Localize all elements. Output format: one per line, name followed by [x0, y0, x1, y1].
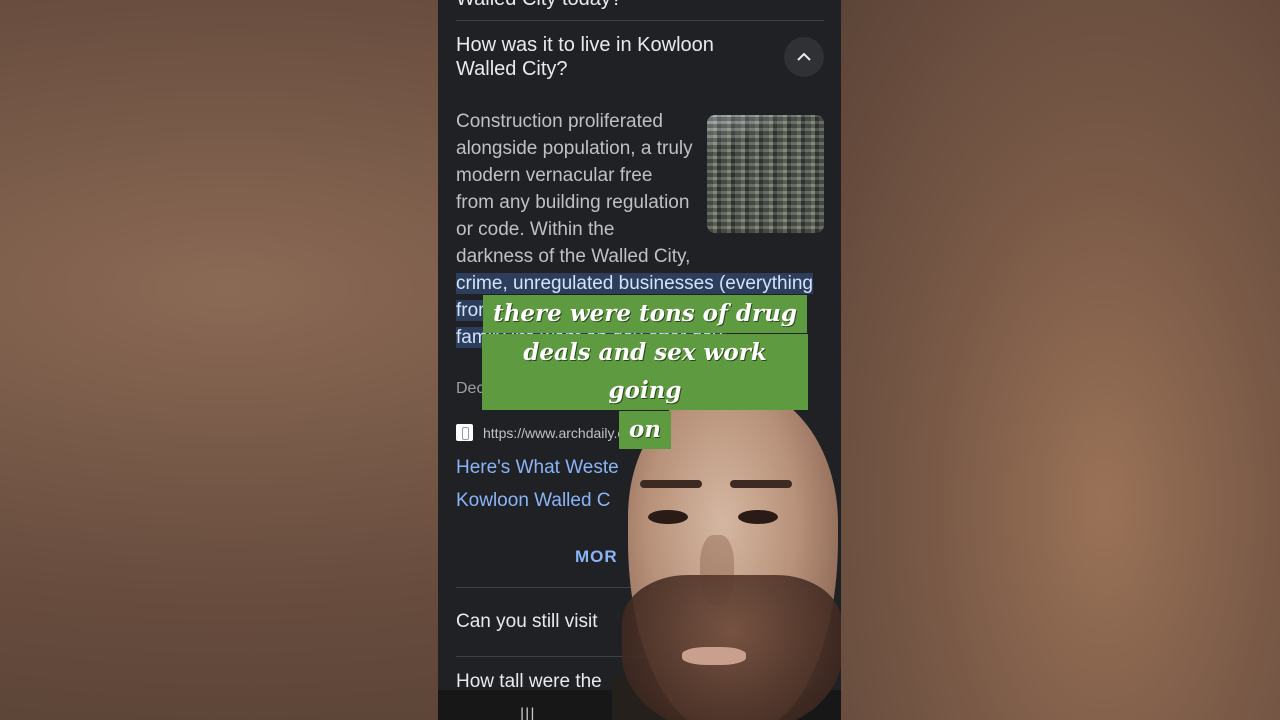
collapsed-question-partial[interactable]: Walled City today? [456, 0, 786, 11]
caption-line3: on [618, 411, 672, 449]
answer-thumbnail-image[interactable] [707, 115, 824, 233]
caption-line1: there were tons of drug [483, 295, 807, 333]
right-eyebrow [730, 480, 792, 488]
collapse-button[interactable] [784, 37, 824, 77]
recent-apps-button[interactable]: ||| [520, 706, 535, 720]
caption-overlay: there were tons of drug deals and sex wo… [482, 295, 808, 450]
left-eye [648, 510, 688, 524]
site-favicon-icon [456, 424, 473, 441]
mouth [682, 647, 746, 665]
background-right [841, 0, 1280, 720]
left-eyebrow [640, 480, 702, 488]
right-eye [738, 510, 778, 524]
question-title[interactable]: How was it to live in Kowloon Walled Cit… [456, 33, 756, 81]
divider [456, 20, 824, 21]
caption-line2: deals and sex work going [482, 334, 808, 410]
answer-text-plain: Construction proliferated alongside popu… [456, 111, 693, 267]
question-row[interactable]: Can you still visit [456, 611, 598, 633]
chevron-up-icon [797, 52, 811, 61]
